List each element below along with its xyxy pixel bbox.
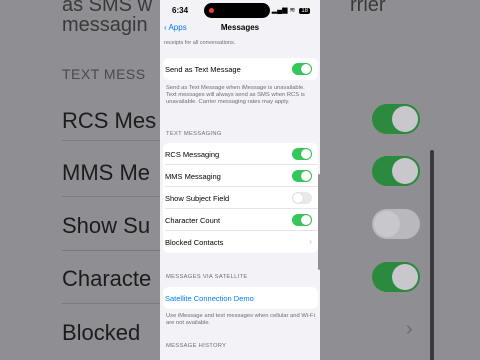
rcs-messaging-label: RCS Messaging	[165, 150, 220, 159]
page-title: Messages	[220, 23, 260, 32]
satellite-footnote: Use iMessage and text messages when cell…	[166, 313, 315, 327]
show-subject-field-row[interactable]: Show Subject Field	[163, 187, 318, 209]
blocked-contacts-row[interactable]: Blocked Contacts ›	[163, 231, 318, 253]
navigation-bar: ‹ Apps Messages	[160, 20, 320, 38]
mms-messaging-row[interactable]: MMS Messaging	[163, 165, 318, 187]
bg-separator	[62, 140, 160, 141]
show-subject-field-label: Show Subject Field	[165, 194, 230, 203]
text-messaging-header: TEXT MESSAGING	[166, 131, 222, 137]
bg-scroll-indicator	[430, 150, 434, 360]
character-count-row[interactable]: Character Count	[163, 209, 318, 231]
bg-toggle-on	[372, 156, 420, 186]
character-count-toggle[interactable]	[292, 214, 312, 226]
send-as-text-footnote: Send as Text Message when iMessage is un…	[166, 85, 305, 106]
bg-row-subject: Show Su	[62, 213, 151, 238]
mms-messaging-toggle[interactable]	[292, 170, 312, 182]
status-time: 6:34	[172, 6, 189, 15]
rcs-messaging-toggle[interactable]	[292, 148, 312, 160]
text-messaging-group: RCS Messaging MMS Messaging Show Subject…	[163, 143, 318, 253]
bg-toggle-off	[372, 209, 420, 239]
send-as-text-label: Send as Text Message	[165, 65, 241, 74]
recording-indicator-icon	[209, 8, 214, 13]
mms-messaging-label: MMS Messaging	[165, 172, 221, 181]
system-icons: ▂▄▆ ≋ 18	[272, 6, 310, 14]
wifi-icon: ≋	[289, 7, 296, 14]
send-as-text-toggle[interactable]	[292, 63, 312, 75]
bg-row-character: Characte	[62, 266, 152, 291]
bg-separator	[62, 303, 160, 304]
bg-text-top-right: rrier	[350, 0, 386, 16]
dynamic-island	[204, 3, 270, 18]
satellite-demo-link[interactable]: Satellite Connection Demo	[165, 294, 254, 303]
signal-icon: ▂▄▆	[271, 7, 288, 14]
show-subject-field-toggle[interactable]	[292, 192, 312, 204]
bg-row-mms: MMS Me	[62, 160, 150, 185]
bg-toggle-on	[372, 262, 420, 292]
chevron-right-icon: ›	[309, 237, 312, 246]
bg-text-top-2: messagin	[62, 14, 148, 36]
character-count-label: Character Count	[165, 216, 221, 225]
bg-separator	[62, 196, 160, 197]
send-as-text-group: Send as Text Message	[163, 58, 318, 80]
send-as-text-row[interactable]: Send as Text Message	[163, 58, 318, 80]
background-right-zoom: rrier ›	[320, 0, 480, 360]
satellite-group: Satellite Connection Demo	[163, 287, 318, 309]
bg-row-rcs: RCS Mes	[62, 108, 157, 133]
status-bar: 6:34 ▂▄▆ ≋ 18	[160, 0, 320, 20]
message-history-header: MESSAGE HISTORY	[166, 343, 227, 349]
blocked-contacts-label: Blocked Contacts	[165, 238, 224, 247]
phone-screen: 6:34 ▂▄▆ ≋ 18 ‹ Apps Messages receipts f…	[160, 0, 320, 360]
satellite-header: MESSAGES VIA SATELLITE	[166, 274, 248, 280]
satellite-demo-row[interactable]: Satellite Connection Demo	[163, 287, 318, 309]
bg-toggle-on	[372, 104, 420, 134]
bg-chevron-right-icon: ›	[406, 318, 413, 340]
bg-row-blocked: Blocked	[62, 320, 141, 345]
bg-header: TEXT MESS	[62, 66, 146, 82]
battery-icon: 18	[299, 8, 310, 14]
top-footnote: receipts for all conversations.	[164, 40, 236, 46]
rcs-messaging-row[interactable]: RCS Messaging	[163, 143, 318, 165]
scroll-indicator[interactable]	[318, 174, 320, 270]
background-left-zoom: as SMS w messagin TEXT MESS RCS Mes MMS …	[0, 0, 160, 360]
bg-separator	[62, 250, 160, 251]
